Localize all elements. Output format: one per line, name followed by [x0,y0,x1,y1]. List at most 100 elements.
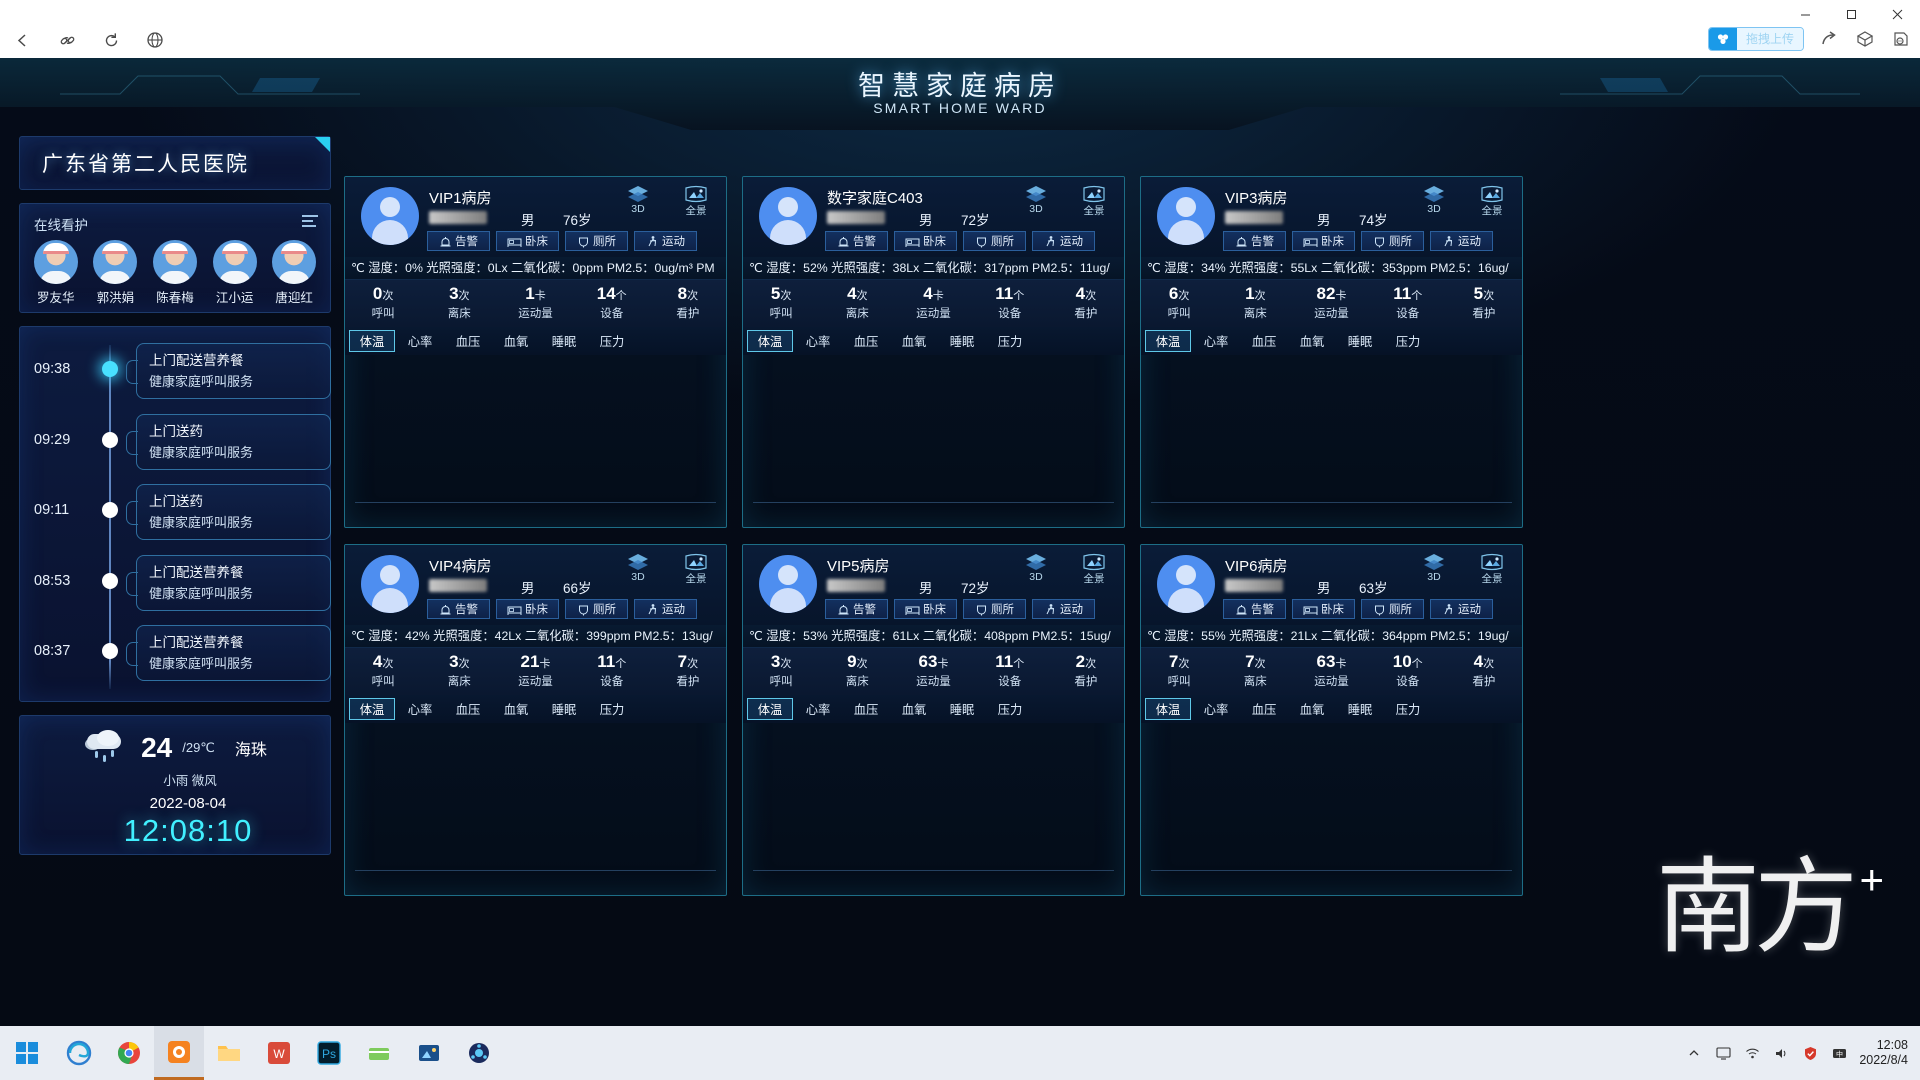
tab-5[interactable]: 压力 [1385,698,1431,720]
tab-3[interactable]: 血氧 [493,698,539,720]
action-button-bed[interactable]: 卧床 [1292,599,1355,619]
edge-icon[interactable] [54,1026,104,1080]
action-button-toilet[interactable]: 厕所 [565,599,628,619]
action-button-toilet[interactable]: 厕所 [565,231,628,251]
wps-icon[interactable]: W [254,1026,304,1080]
action-button-toilet[interactable]: 厕所 [963,599,1026,619]
action-button-alarm[interactable]: 告警 [1223,599,1286,619]
tab-1[interactable]: 心率 [795,698,841,720]
tab-5[interactable]: 压力 [1385,330,1431,352]
timeline-card[interactable]: 上门配送营养餐 健康家庭呼叫服务 [126,625,331,681]
windows-start-icon[interactable] [0,1026,54,1080]
view-button-3d[interactable]: 3D [1016,181,1056,218]
nurse-item[interactable]: 江小运 [209,240,261,306]
share-icon[interactable] [1818,28,1840,50]
blue-app-icon[interactable] [454,1026,504,1080]
action-button-bed[interactable]: 卧床 [894,599,957,619]
tab-2[interactable]: 血压 [1241,698,1287,720]
timeline-item[interactable]: 08:37 上门配送营养餐 健康家庭呼叫服务 [20,623,331,694]
tab-1[interactable]: 心率 [795,330,841,352]
timeline-item[interactable]: 09:38 上门配送营养餐 健康家庭呼叫服务 [20,341,331,412]
action-button-bed[interactable]: 卧床 [496,599,559,619]
tab-0[interactable]: 体温 [747,698,793,720]
tab-3[interactable]: 血氧 [891,330,937,352]
shield-icon[interactable] [1801,1044,1819,1062]
photoshop-icon[interactable]: Ps [304,1026,354,1080]
globe-icon[interactable] [142,27,168,53]
view-button-全景[interactable]: 全景 [1074,181,1114,218]
tab-4[interactable]: 睡眠 [939,330,985,352]
tab-2[interactable]: 血压 [843,698,889,720]
action-button-alarm[interactable]: 告警 [825,599,888,619]
action-button-alarm[interactable]: 告警 [825,231,888,251]
timeline-card[interactable]: 上门配送营养餐 健康家庭呼叫服务 [126,343,331,399]
tab-0[interactable]: 体温 [349,330,395,352]
action-button-toilet[interactable]: 厕所 [1361,599,1424,619]
timeline-item[interactable]: 08:53 上门配送营养餐 健康家庭呼叫服务 [20,553,331,624]
tab-4[interactable]: 睡眠 [541,698,587,720]
ward-card[interactable]: VIP6病房男 63岁 3D 全景 告警 卧床 厕所 运动 ℃ 湿度：55% 光照强度：21Lx… [1140,544,1523,896]
chrome-icon[interactable] [104,1026,154,1080]
action-button-motion[interactable]: 运动 [634,599,697,619]
action-button-alarm[interactable]: 告警 [1223,231,1286,251]
timeline-card[interactable]: 上门配送营养餐 健康家庭呼叫服务 [126,554,331,611]
tab-4[interactable]: 睡眠 [939,698,985,720]
upload-button[interactable]: 拖拽上传 [1707,27,1804,51]
ward-card[interactable]: VIP3病房男 74岁 3D 全景 告警 卧床 厕所 运动 ℃ 湿度：34% 光照强度：55Lx… [1140,176,1523,528]
tab-5[interactable]: 压力 [987,698,1033,720]
note-icon[interactable] [1890,28,1912,50]
tab-4[interactable]: 睡眠 [1337,698,1383,720]
tab-4[interactable]: 睡眠 [1337,330,1383,352]
taskbar-clock[interactable]: 12:08 2022/8/4 [1859,1038,1914,1068]
link-icon[interactable] [54,27,80,53]
action-button-bed[interactable]: 卧床 [496,231,559,251]
tab-5[interactable]: 压力 [987,330,1033,352]
volume-icon[interactable] [1772,1044,1790,1062]
view-button-全景[interactable]: 全景 [676,549,716,586]
tab-0[interactable]: 体温 [349,698,395,720]
tab-2[interactable]: 血压 [1241,330,1287,352]
nurse-item[interactable]: 郭洪娟 [89,240,141,306]
monitor-icon[interactable] [1714,1044,1732,1062]
nurse-item[interactable]: 罗友华 [30,240,82,306]
action-button-alarm[interactable]: 告警 [427,599,490,619]
action-button-motion[interactable]: 运动 [1032,231,1095,251]
view-button-3d[interactable]: 3D [1414,549,1454,586]
tab-0[interactable]: 体温 [1145,330,1191,352]
action-button-bed[interactable]: 卧床 [1292,231,1355,251]
timeline-item[interactable]: 09:11 上门送药 健康家庭呼叫服务 [20,482,331,553]
timeline-card[interactable]: 上门送药 健康家庭呼叫服务 [126,413,331,470]
action-button-motion[interactable]: 运动 [1032,599,1095,619]
tab-2[interactable]: 血压 [445,698,491,720]
box-icon[interactable] [1854,28,1876,50]
view-button-全景[interactable]: 全景 [1472,181,1512,218]
action-button-motion[interactable]: 运动 [1430,599,1493,619]
ward-card[interactable]: VIP5病房男 72岁 3D 全景 告警 卧床 厕所 运动 ℃ 湿度：53% 光照强度：61Lx… [742,544,1125,896]
timeline-card[interactable]: 上门送药 健康家庭呼叫服务 [126,484,331,540]
nurse-item[interactable]: 陈春梅 [149,240,201,306]
menu-icon[interactable] [302,215,318,230]
image-app-icon[interactable] [404,1026,454,1080]
tab-3[interactable]: 血氧 [891,698,937,720]
tab-1[interactable]: 心率 [1193,698,1239,720]
back-arrow-icon[interactable] [10,27,36,53]
view-button-3d[interactable]: 3D [1016,549,1056,586]
view-button-3d[interactable]: 3D [1414,181,1454,218]
tab-5[interactable]: 压力 [589,698,635,720]
action-button-toilet[interactable]: 厕所 [963,231,1026,251]
input-method-icon[interactable]: 中 [1830,1044,1848,1062]
tab-0[interactable]: 体温 [1145,698,1191,720]
tab-1[interactable]: 心率 [397,330,443,352]
ward-card[interactable]: 数字家庭C403 男 72岁 3D 全景 告警 卧床 厕所 运动 ℃ 湿度：52% 光照强度：38… [742,176,1125,528]
tab-1[interactable]: 心率 [397,698,443,720]
view-button-全景[interactable]: 全景 [1472,549,1512,586]
tab-5[interactable]: 压力 [589,330,635,352]
timeline-item[interactable]: 09:29 上门送药 健康家庭呼叫服务 [20,412,331,483]
tab-2[interactable]: 血压 [445,330,491,352]
view-button-3d[interactable]: 3D [618,181,658,218]
app-orange-icon[interactable] [154,1026,204,1080]
reload-icon[interactable] [98,27,124,53]
tab-4[interactable]: 睡眠 [541,330,587,352]
ward-card[interactable]: VIP4病房男 66岁 3D 全景 告警 卧床 厕所 运动 ℃ 湿度：42% 光照强度：42Lx… [344,544,727,896]
tab-3[interactable]: 血氧 [1289,698,1335,720]
